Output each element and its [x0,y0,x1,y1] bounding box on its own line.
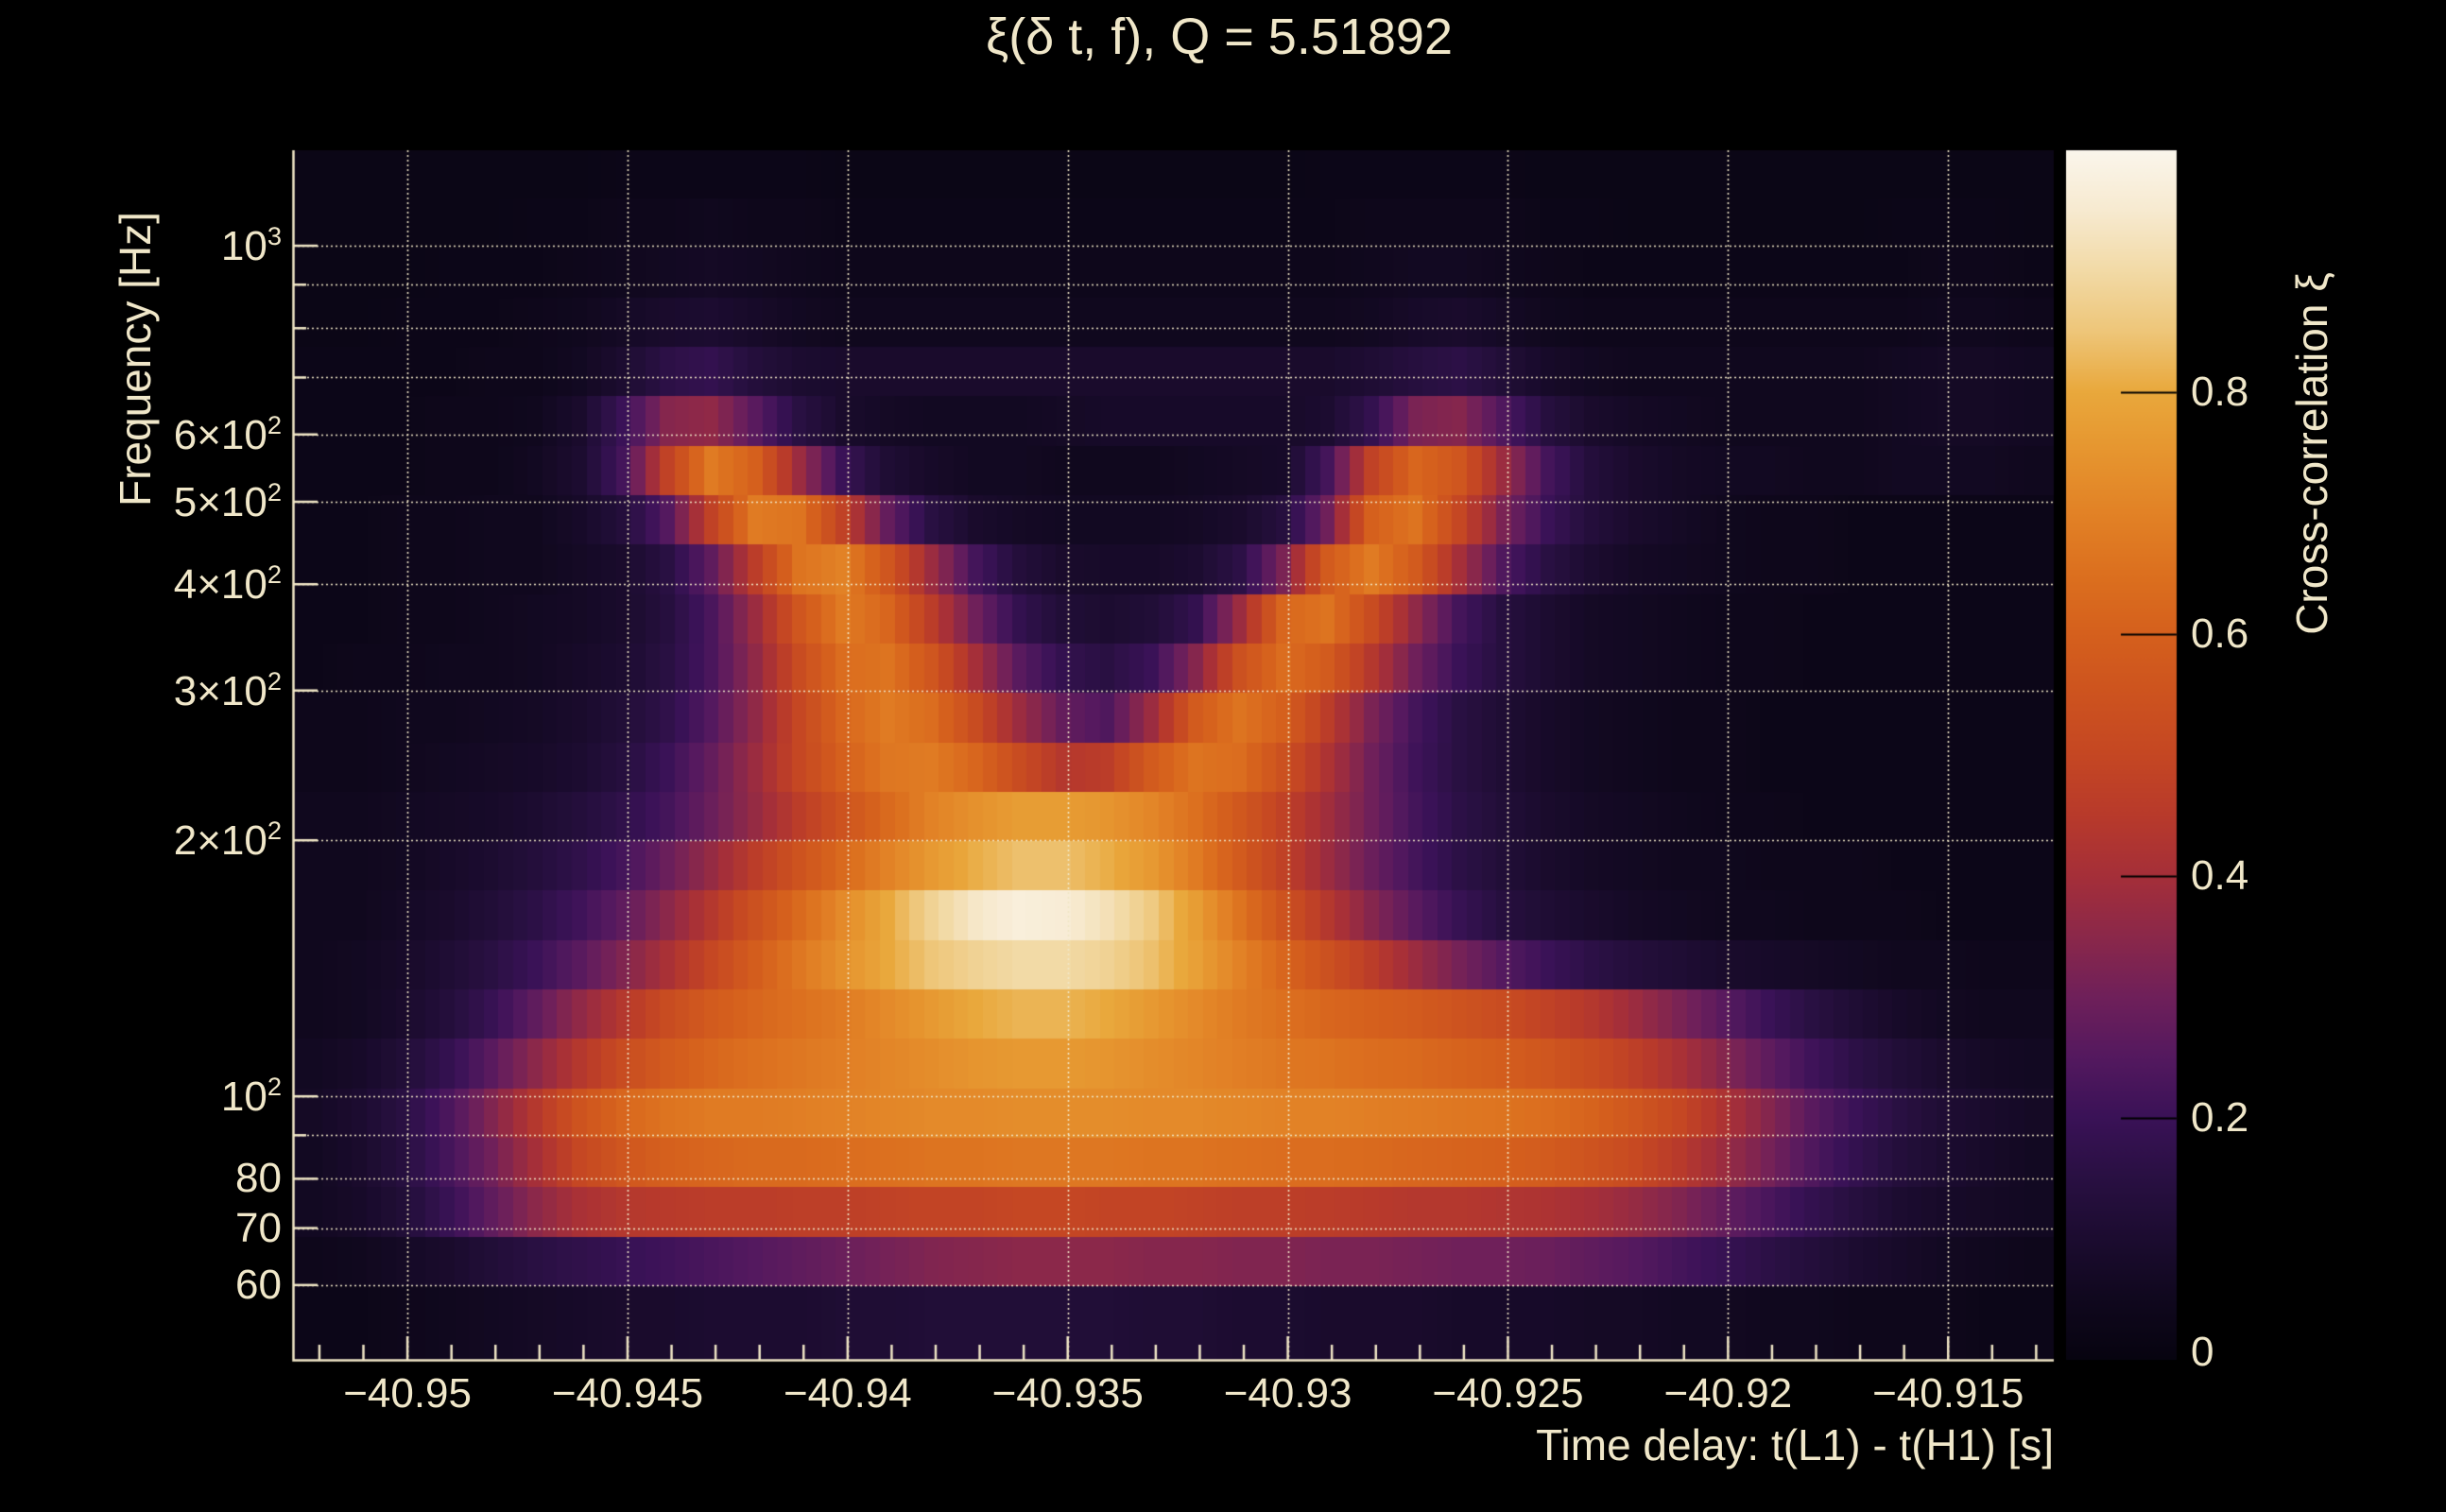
colorbar-label: Cross-correlation ξ [2286,272,2337,635]
x-tick-label: −40.935 [992,1370,1144,1418]
x-tick-label: −40.945 [552,1370,703,1418]
y-tick-label: 80 [45,1155,282,1202]
y-tick-label: 5×102 [45,477,282,526]
colorbar-tick-label: 0.6 [2191,610,2248,658]
colorbar-tick-label: 0.2 [2191,1094,2248,1142]
x-tick-label: −40.925 [1432,1370,1583,1418]
y-tick-label: 3×102 [45,666,282,715]
y-tick-label: 70 [45,1205,282,1252]
y-tick-label: 2×102 [45,816,282,865]
colorbar-tick-label: 0 [2191,1329,2213,1376]
x-axis-label: Time delay: t(L1) - t(H1) [s] [1536,1419,2054,1470]
x-tick-label: −40.915 [1872,1370,2024,1418]
x-tick-label: −40.94 [784,1370,912,1418]
colorbar-tick-label: 0.4 [2191,852,2248,900]
axes-grid-canvas [0,0,2446,1512]
x-tick-label: −40.95 [343,1370,472,1418]
chart-figure: ξ(δ t, f), Q = 5.51892 Frequency [Hz] Ti… [0,0,2446,1512]
y-tick-label: 4×102 [45,559,282,609]
y-tick-label: 102 [45,1072,282,1121]
colorbar-tick-label: 0.8 [2191,369,2248,416]
x-tick-label: −40.92 [1663,1370,1792,1418]
chart-title: ξ(δ t, f), Q = 5.51892 [986,8,1453,66]
y-tick-label: 60 [45,1262,282,1309]
y-tick-label: 103 [45,221,282,270]
y-tick-label: 6×102 [45,410,282,459]
x-tick-label: −40.93 [1224,1370,1352,1418]
